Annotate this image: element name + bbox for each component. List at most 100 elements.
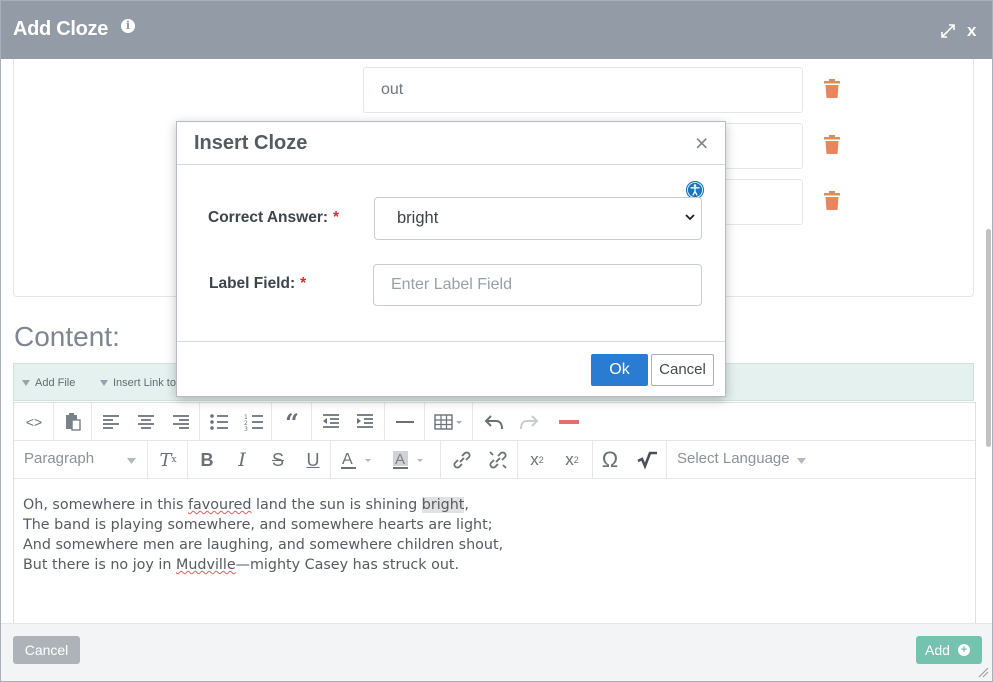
content-heading: Content: xyxy=(14,321,120,352)
scrollbar-thumb[interactable] xyxy=(986,229,991,447)
correct-answer-label: Correct Answer: * xyxy=(208,209,339,227)
modal-close-button[interactable]: × xyxy=(695,130,708,157)
window-title: Add Cloze xyxy=(13,18,109,40)
background-color-icon[interactable]: A xyxy=(391,449,431,471)
toolbar-group-indent xyxy=(312,403,385,440)
toolbar-group-quote: “ xyxy=(272,403,312,440)
correct-answer-select[interactable]: bright xyxy=(374,197,702,240)
chevron-down-icon xyxy=(685,214,695,221)
math-formula-icon[interactable] xyxy=(636,449,658,471)
toolbar-group-align xyxy=(92,403,200,440)
trash-icon[interactable] xyxy=(824,191,840,211)
paste-icon[interactable] xyxy=(62,411,84,433)
correct-answer-label-text: Correct Answer: xyxy=(208,209,329,226)
toolbar-group-hr xyxy=(385,403,425,440)
plus-circle-icon: + xyxy=(958,644,970,656)
align-center-icon[interactable] xyxy=(135,411,157,433)
toolbar-group-history xyxy=(473,403,547,440)
dialog-footer: Cancel Add + xyxy=(1,623,992,681)
toolbar-group-clear: Tx xyxy=(148,441,188,478)
toolbar-row-2: Paragraph Tx B I S U A A x 2 x 2 Ω Selec… xyxy=(14,441,975,479)
text-line: And somewhere men are laughing, and some… xyxy=(23,537,504,553)
trash-icon[interactable] xyxy=(824,79,840,99)
cloze-selection[interactable]: bright xyxy=(421,497,465,513)
text-run: , xyxy=(464,497,469,513)
toolbar-group-paste xyxy=(54,403,92,440)
toolbar-group-script: x2 x2 xyxy=(518,441,593,478)
required-asterisk: * xyxy=(300,275,307,292)
clear-formatting-icon[interactable]: Tx xyxy=(157,449,179,471)
ok-button[interactable]: Ok xyxy=(591,354,648,386)
toolbar-group-source: <> xyxy=(14,403,54,440)
text-run: —mighty Casey has struck out. xyxy=(235,557,460,573)
link-icon[interactable] xyxy=(451,449,473,471)
window-close-button[interactable]: x xyxy=(967,21,976,41)
rich-text-editor: <> 123 “ Paragraph T x B I S U A A x 2 x… xyxy=(13,402,976,623)
modal-header: Insert Cloze × xyxy=(177,122,725,165)
insert-cloze-modal: Insert Cloze × Correct Answer: * bright L… xyxy=(176,121,726,397)
source-code-icon[interactable]: <> xyxy=(23,411,45,433)
editor-content[interactable]: Oh, somewhere in this favoured land the … xyxy=(23,495,503,575)
text-line: The band is playing somewhere, and somew… xyxy=(23,517,493,533)
special-character-icon[interactable]: Ω xyxy=(599,447,621,472)
modal-title: Insert Cloze xyxy=(194,132,308,154)
horizontal-rule-icon[interactable] xyxy=(394,411,416,433)
resize-handle-icon[interactable] xyxy=(977,666,989,678)
strikethrough-icon[interactable]: S xyxy=(267,449,289,471)
indent-icon[interactable] xyxy=(354,411,376,433)
toolbar-group-format: Paragraph xyxy=(14,441,148,478)
toolbar-group-lists: 123 xyxy=(200,403,272,440)
label-field-label: Label Field: * xyxy=(209,275,306,293)
text-run: land the sun is shining xyxy=(251,497,422,513)
toolbar-group-special: Ω xyxy=(593,441,667,478)
trash-icon[interactable] xyxy=(824,135,840,155)
language-select[interactable]: Select Language xyxy=(677,450,790,467)
underline-icon[interactable]: U xyxy=(302,449,324,471)
superscript-icon[interactable]: x2 xyxy=(526,449,548,471)
text-run: But there is no joy in xyxy=(23,557,177,573)
add-button-label: Add xyxy=(925,642,950,658)
add-cloze-window: Add Cloze i x out Content: Add File Inse… xyxy=(0,0,993,682)
misspelled-word: favoured xyxy=(188,497,252,513)
add-file-button[interactable]: Add File xyxy=(22,377,75,389)
bold-icon[interactable]: B xyxy=(196,449,218,471)
blockquote-icon[interactable]: “ xyxy=(281,408,303,437)
remove-format-bar-icon[interactable] xyxy=(558,411,580,433)
unlink-icon[interactable] xyxy=(487,449,509,471)
subscript-icon[interactable]: x2 xyxy=(561,449,583,471)
paragraph-select[interactable]: Paragraph xyxy=(24,450,94,467)
expand-icon[interactable] xyxy=(939,22,957,40)
undo-icon[interactable] xyxy=(483,411,505,433)
add-file-label: Add File xyxy=(35,377,76,389)
modal-footer: Ok Cancel xyxy=(177,341,725,397)
chevron-down-icon xyxy=(797,458,806,464)
add-button[interactable]: Add + xyxy=(916,636,982,664)
cancel-button[interactable]: Cancel xyxy=(13,636,80,664)
text-run: Oh, somewhere in this xyxy=(23,497,188,513)
chevron-down-icon xyxy=(127,458,136,464)
insert-link-button[interactable]: Insert Link to xyxy=(100,377,176,389)
svg-text:A: A xyxy=(342,451,353,468)
info-icon[interactable]: i xyxy=(121,19,135,33)
modal-cancel-button[interactable]: Cancel xyxy=(651,354,714,386)
outdent-icon[interactable] xyxy=(320,411,342,433)
text-color-icon[interactable]: A xyxy=(339,449,379,471)
selected-answer: bright xyxy=(397,209,439,227)
table-icon[interactable] xyxy=(433,411,465,433)
align-right-icon[interactable] xyxy=(170,411,192,433)
label-field-input[interactable]: Enter Label Field xyxy=(373,264,702,306)
bullet-list-icon[interactable] xyxy=(208,411,230,433)
caret-down-icon xyxy=(22,380,30,387)
insert-link-label: Insert Link to xyxy=(113,377,176,389)
toolbar-group-style: B I S U xyxy=(188,441,331,478)
toolbar-group-table xyxy=(425,403,473,440)
align-left-icon[interactable] xyxy=(100,411,122,433)
title-bar: Add Cloze i x xyxy=(1,1,992,59)
italic-icon[interactable]: I xyxy=(231,449,253,471)
numbered-list-icon[interactable]: 123 xyxy=(243,411,265,433)
redo-icon[interactable] xyxy=(518,411,540,433)
misspelled-word: Mudville xyxy=(176,557,236,573)
option-input-1[interactable]: out xyxy=(363,67,803,113)
svg-text:3: 3 xyxy=(244,426,248,433)
label-field-label-text: Label Field: xyxy=(209,275,296,292)
